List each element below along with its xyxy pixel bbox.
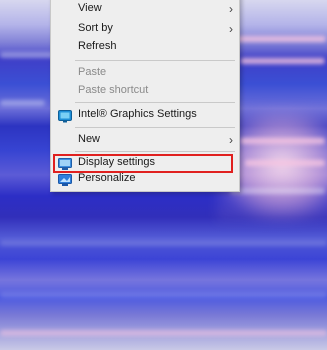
- wallpaper-streak: [0, 100, 45, 106]
- menu-item-intel-graphics-settings[interactable]: Intel® Graphics Settings: [51, 106, 239, 125]
- menu-item-refresh[interactable]: Refresh: [51, 38, 239, 57]
- menu-item-label: Paste: [78, 66, 107, 78]
- menu-separator: [75, 102, 235, 103]
- desktop-context-menu: View › Sort by › Refresh Paste Paste sho…: [50, 0, 240, 192]
- menu-item-label: Refresh: [78, 40, 117, 52]
- menu-item-paste[interactable]: Paste: [51, 64, 239, 83]
- menu-item-paste-shortcut[interactable]: Paste shortcut: [51, 82, 239, 101]
- menu-item-label: Intel® Graphics Settings: [78, 108, 197, 120]
- menu-item-label: Paste shortcut: [78, 84, 149, 96]
- menu-item-label: New: [78, 133, 101, 145]
- wallpaper-streak: [245, 160, 325, 166]
- chevron-right-icon: ›: [229, 133, 233, 147]
- menu-item-label: Sort by: [78, 22, 113, 34]
- chevron-right-icon: ›: [229, 22, 233, 36]
- wallpaper-streak: [236, 36, 326, 42]
- chevron-right-icon: ›: [229, 2, 233, 16]
- menu-separator: [75, 127, 235, 128]
- menu-item-new[interactable]: New ›: [51, 131, 239, 150]
- personalize-icon: [58, 173, 72, 187]
- menu-item-sort-by[interactable]: Sort by ›: [51, 20, 239, 39]
- menu-separator: [75, 60, 235, 61]
- menu-separator: [75, 151, 235, 152]
- menu-item-view[interactable]: View ›: [51, 0, 239, 19]
- menu-item-label: Personalize: [78, 172, 136, 184]
- wallpaper-streak: [240, 138, 325, 144]
- wallpaper-streak: [0, 330, 327, 336]
- wallpaper-streak: [230, 188, 325, 194]
- wallpaper-streak: [0, 240, 327, 246]
- wallpaper-streak: [240, 58, 325, 64]
- intel-graphics-icon: [58, 109, 72, 123]
- menu-item-personalize[interactable]: Personalize: [51, 170, 239, 189]
- wallpaper-streak: [0, 292, 327, 298]
- menu-item-label: View: [78, 2, 102, 14]
